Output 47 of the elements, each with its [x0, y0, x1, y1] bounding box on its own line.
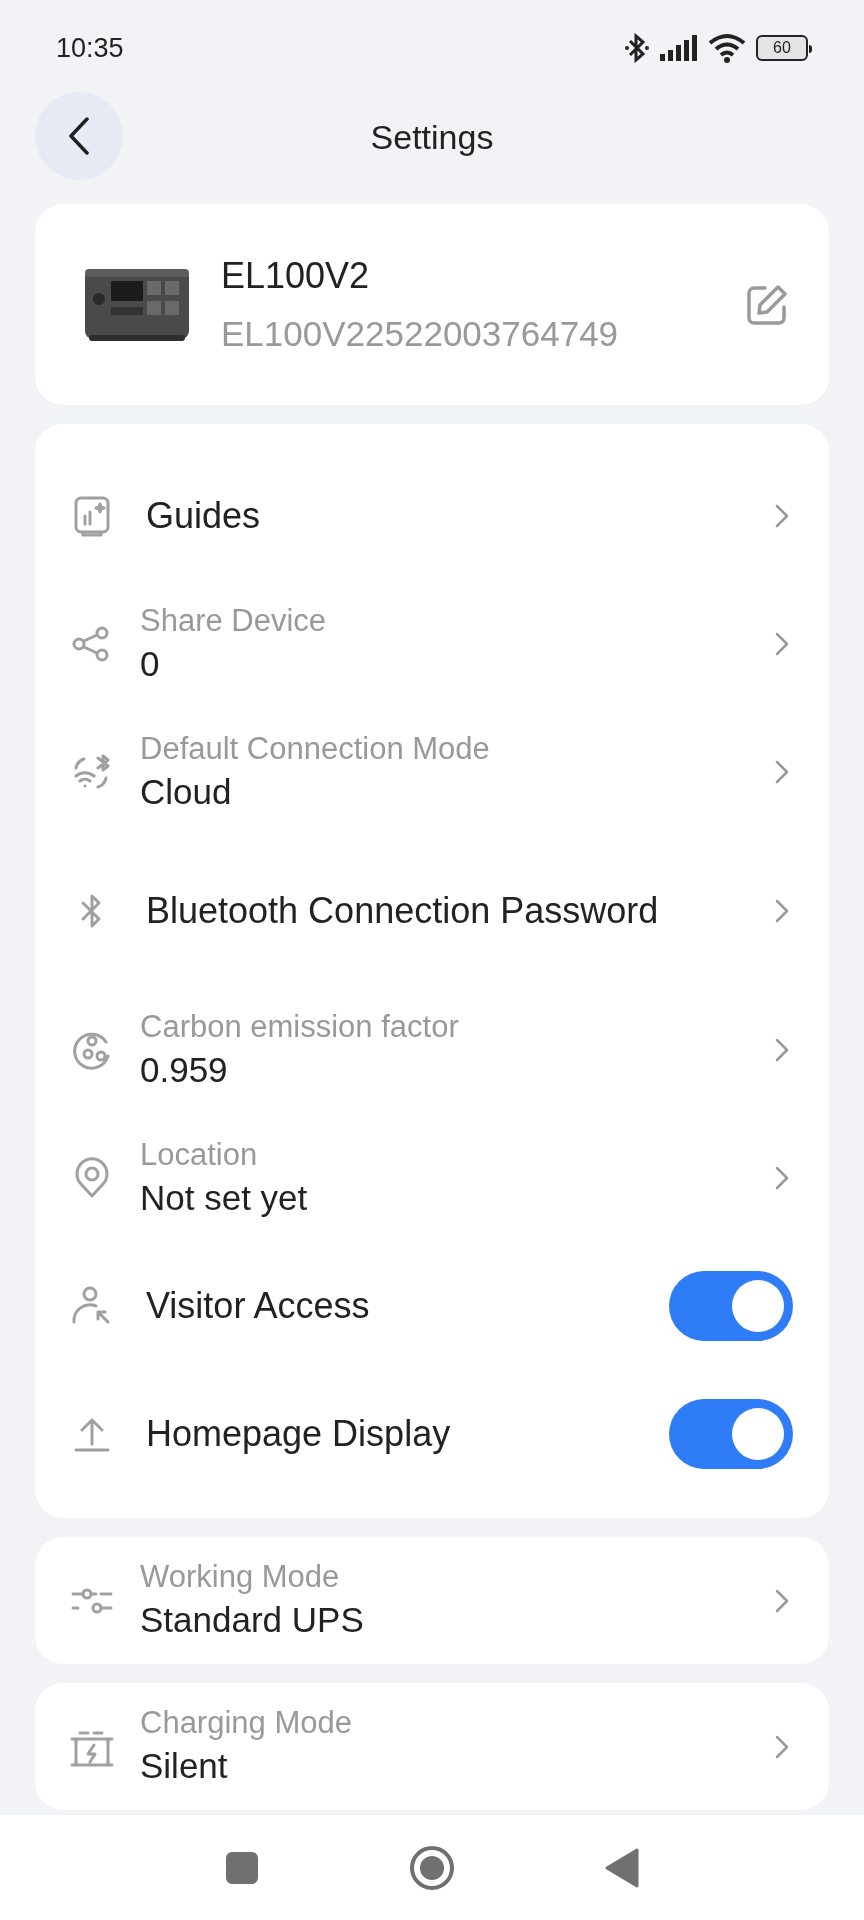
settings-row[interactable]: Charging Mode Silent — [70, 1683, 789, 1810]
chevron-right-icon — [775, 899, 789, 923]
recents-icon[interactable] — [225, 1850, 259, 1885]
signal-icon — [660, 35, 698, 61]
back-icon — [68, 117, 90, 155]
row-value: Not set yet — [140, 1176, 309, 1219]
chevron-right-icon — [775, 1038, 789, 1062]
chevron-right-icon — [775, 1734, 789, 1759]
row-value: Silent — [140, 1745, 229, 1788]
status-time: 10:35 — [56, 31, 124, 65]
bluetooth-icon — [624, 33, 650, 63]
row-title: Bluetooth Connection Password — [145, 889, 660, 933]
settings-row[interactable]: Carbon emission factor 0.959 — [70, 986, 789, 1114]
row-label: Share Device — [140, 601, 328, 640]
device-card[interactable]: EL100V2 EL100V22522003764749 — [35, 204, 829, 405]
row-label: Working Mode — [140, 1558, 341, 1597]
settings-row[interactable]: Visitor Access — [70, 1242, 789, 1370]
settings-row[interactable]: Default Connection Mode Cloud — [70, 708, 789, 836]
row-label: Carbon emission factor — [140, 1007, 460, 1046]
row-value: 0.959 — [140, 1048, 229, 1091]
page-title: Settings — [370, 116, 494, 158]
back-nav-icon[interactable] — [605, 1847, 639, 1888]
row-label: Default Connection Mode — [140, 729, 491, 768]
settings-row[interactable]: Bluetooth Connection Password — [70, 836, 789, 986]
settings-row[interactable]: Share Device 0 — [70, 580, 789, 708]
row-value: Cloud — [140, 770, 233, 813]
chevron-right-icon — [775, 1166, 789, 1190]
device-serial: EL100V22522003764749 — [221, 313, 620, 356]
row-value: 0 — [140, 642, 161, 685]
settings-row[interactable]: Guides — [70, 452, 789, 580]
settings-row[interactable]: Homepage Display — [70, 1370, 789, 1498]
chevron-right-icon — [775, 632, 789, 656]
wifi-icon — [708, 33, 746, 63]
chevron-right-icon — [775, 760, 789, 784]
settings-row[interactable]: Location Not set yet — [70, 1114, 789, 1242]
row-value: Standard UPS — [140, 1599, 365, 1642]
row-title: Guides — [145, 494, 262, 538]
chevron-right-icon — [775, 1588, 789, 1613]
settings-row[interactable]: Working Mode Standard UPS — [70, 1537, 789, 1664]
row-title: Homepage Display — [145, 1412, 452, 1456]
device-name: EL100V2 — [221, 254, 371, 299]
edit-icon[interactable] — [745, 282, 789, 327]
row-title: Visitor Access — [145, 1284, 371, 1328]
row-label: Location — [140, 1135, 259, 1174]
home-icon[interactable] — [409, 1844, 455, 1891]
chevron-right-icon — [775, 504, 789, 528]
row-label: Charging Mode — [140, 1704, 353, 1743]
